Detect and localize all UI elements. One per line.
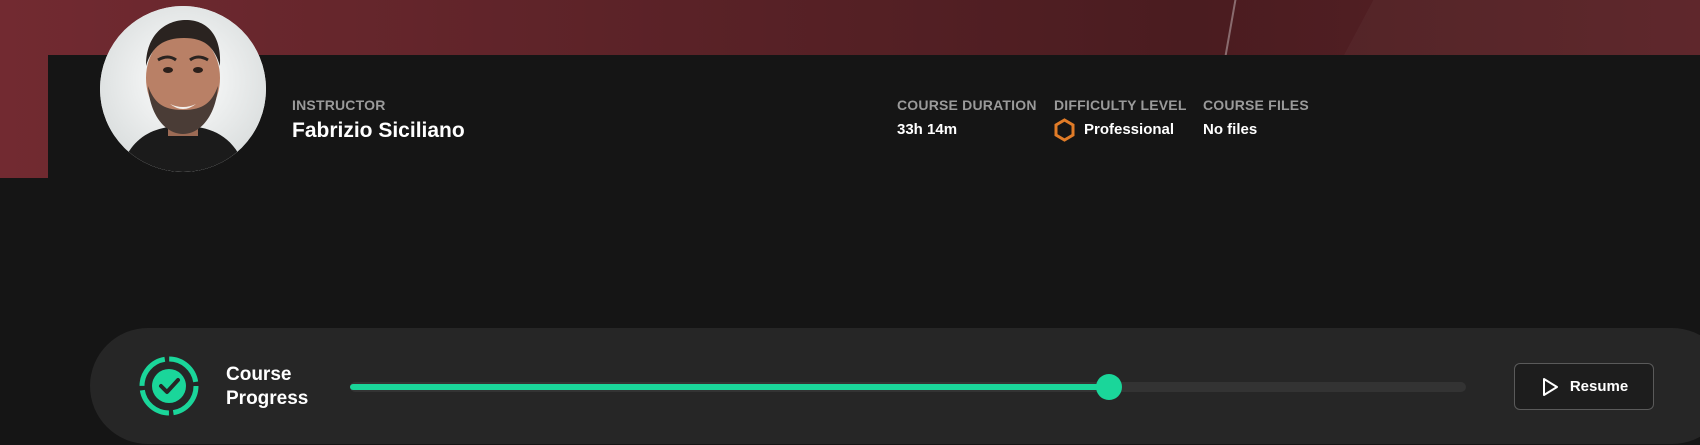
course-files-value: No files	[1203, 121, 1258, 138]
instructor-label: INSTRUCTOR	[292, 97, 386, 113]
instructor-avatar	[100, 6, 266, 172]
course-progress-title-line2: Progress	[226, 388, 309, 409]
course-progress-title-line1: Course	[226, 364, 292, 385]
progress-fill	[350, 384, 1109, 390]
progress-knob[interactable]	[1095, 374, 1122, 400]
course-progress-title: Course Progress	[226, 363, 346, 411]
progress-track[interactable]	[350, 374, 1466, 400]
play-icon	[1542, 377, 1558, 396]
resume-button[interactable]: Resume	[1514, 363, 1654, 410]
progress-check-icon	[139, 356, 199, 416]
course-duration-label: COURSE DURATION	[897, 97, 1037, 113]
resume-label: Resume	[1569, 378, 1629, 395]
hero-line-decoration	[1223, 0, 1239, 60]
difficulty-level-value: Professional	[1084, 121, 1175, 138]
instructor-name[interactable]: Fabrizio Siciliano	[292, 119, 465, 143]
difficulty-level-label: DIFFICULTY LEVEL	[1054, 97, 1187, 113]
course-files-label: COURSE FILES	[1203, 97, 1309, 113]
course-duration-value: 33h 14m	[897, 121, 958, 138]
hexagon-icon	[1054, 118, 1075, 142]
